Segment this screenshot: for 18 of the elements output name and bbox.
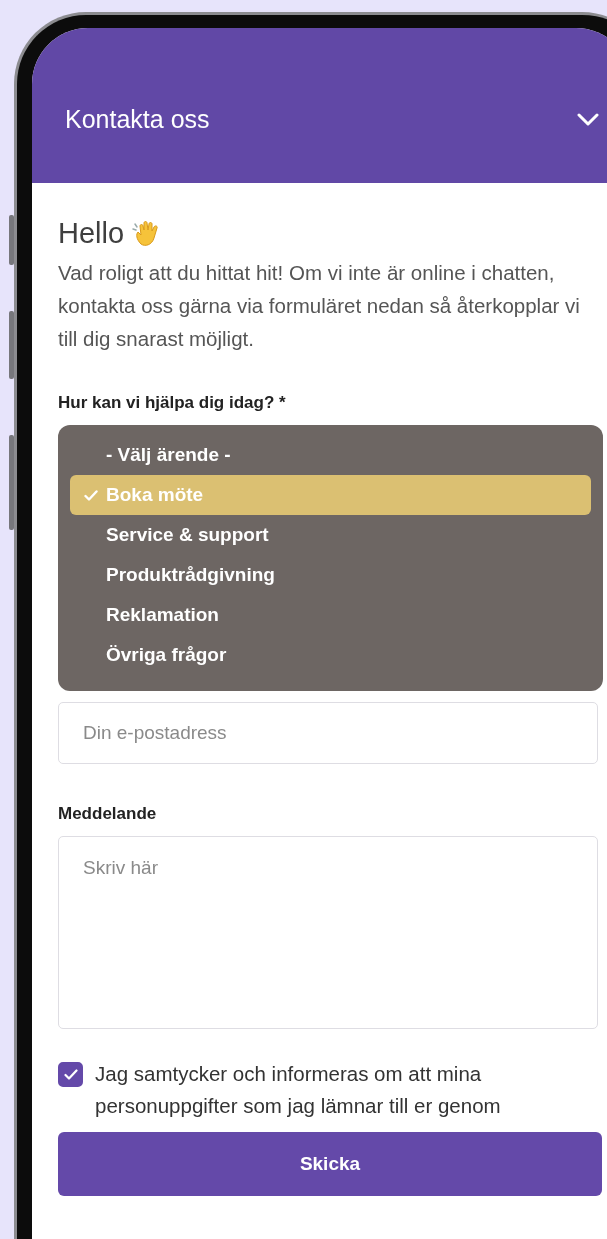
greeting-title: Hello: [58, 217, 125, 250]
consent-text: Jag samtycker och informeras om att mina personuppgifter som jag lämnar till er genom: [95, 1061, 502, 1119]
consent-checkbox[interactable]: [58, 1062, 83, 1087]
topic-option[interactable]: Produktrådgivning: [70, 555, 591, 595]
topic-option[interactable]: - Välj ärende -: [70, 435, 591, 475]
topic-option[interactable]: Övriga frågor: [70, 635, 591, 675]
topic-label: Hur kan vi hjälpa dig idag? *: [58, 393, 287, 413]
intro-text: Vad roligt att du hittat hit! Om vi inte är online i chatten, kontakta oss gärna via formuläret nedan så återkopplar vi till dig snarast möjligt.: [58, 260, 581, 352]
email-field[interactable]: Din e-postadress: [58, 702, 598, 764]
chevron-down-icon[interactable]: [577, 113, 599, 127]
submit-button[interactable]: Skicka: [58, 1132, 602, 1196]
topic-option[interactable]: Service & support: [70, 515, 591, 555]
message-field[interactable]: Skriv här: [58, 836, 598, 1029]
header-title: Kontakta oss: [65, 105, 210, 134]
message-label: Meddelande: [58, 804, 158, 824]
checkmark-icon: [84, 489, 98, 501]
checkmark-icon: [63, 1069, 78, 1080]
topic-option[interactable]: Reklamation: [70, 595, 591, 635]
